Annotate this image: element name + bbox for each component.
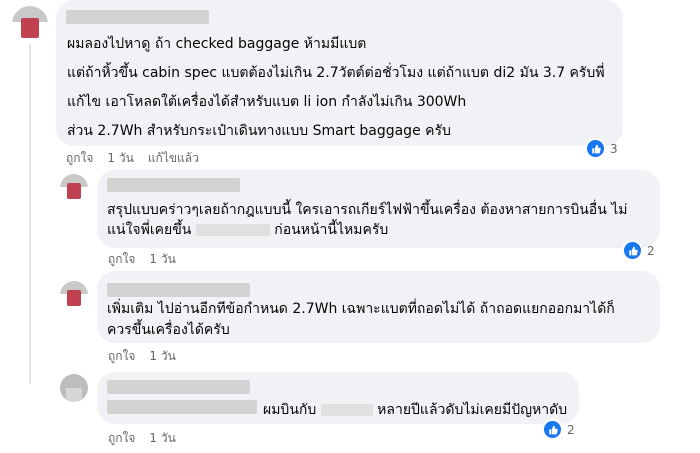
like-button[interactable]: ถูกใจ bbox=[66, 149, 93, 168]
redacted-author-name-extra bbox=[107, 400, 257, 414]
comment-text-line: ผมลองไปหาดู ถ้า checked baggage ห้ามมีแบ… bbox=[67, 36, 367, 52]
comment-bubble: ผมลองไปหาดู ถ้า checked baggage ห้ามมีแบ… bbox=[56, 0, 623, 146]
like-button[interactable]: ถูกใจ bbox=[108, 250, 135, 269]
comment-actions: ถูกใจ 1 วัน bbox=[108, 429, 176, 448]
redacted-airline bbox=[195, 224, 270, 236]
comment-text-line: แก้ไข เอาโหลดใต้เครื่องได้สำหรับแบต li i… bbox=[67, 94, 467, 110]
comment-time[interactable]: 1 วัน bbox=[149, 250, 175, 269]
reaction-count[interactable]: 3 bbox=[585, 138, 618, 159]
comment-text-line: เพิ่มเติม ไปอ่านอีกทีข้อกำหนด 2.7Wh เฉพา… bbox=[107, 301, 615, 317]
reaction-count[interactable]: 2 bbox=[542, 419, 575, 440]
comment-time[interactable]: 1 วัน bbox=[149, 429, 175, 448]
comment-text-line: แต่ถ้าหิ้วขึ้น cabin spec แบตต้องไม่เกิน… bbox=[67, 65, 605, 81]
avatar[interactable] bbox=[12, 6, 48, 42]
reaction-count[interactable]: 2 bbox=[622, 240, 655, 261]
comment-time[interactable]: 1 วัน bbox=[149, 347, 175, 366]
redacted-airline bbox=[320, 404, 373, 416]
like-button[interactable]: ถูกใจ bbox=[108, 347, 135, 366]
redacted-author-name[interactable] bbox=[107, 178, 240, 192]
edited-label[interactable]: แก้ไขแล้ว bbox=[148, 149, 199, 168]
comment-time[interactable]: 1 วัน bbox=[107, 149, 133, 168]
comment-actions: ถูกใจ 1 วัน แก้ไขแล้ว bbox=[66, 149, 199, 168]
comment-actions: ถูกใจ 1 วัน bbox=[108, 347, 176, 366]
redacted-author-name[interactable] bbox=[107, 380, 250, 394]
comment-bubble: สรุปแบบคร่าวๆเลยถ้ากฎแบบนี้ ใครเอารถเกีย… bbox=[97, 170, 660, 248]
comment-text-line: ควรขึ้นเครื่องได้ครับ bbox=[107, 322, 230, 338]
redacted-author-name[interactable] bbox=[66, 10, 209, 24]
comment-bubble: ผมบินกับ หลายปีแล้วดับไม่เคยมีปัญหาดับ bbox=[97, 372, 579, 424]
avatar[interactable] bbox=[60, 174, 88, 202]
like-thumb-icon bbox=[622, 240, 643, 261]
redacted-author-name[interactable] bbox=[107, 283, 250, 297]
comment-bubble: เพิ่มเติม ไปอ่านอีกทีข้อกำหนด 2.7Wh เฉพา… bbox=[97, 271, 660, 343]
comment-text-line: แน่ใจพี่เคยขึ้น ก่อนหน้านี้ไหมครับ bbox=[107, 222, 389, 238]
like-thumb-icon bbox=[585, 138, 606, 159]
thread-line bbox=[29, 44, 31, 384]
like-thumb-icon bbox=[542, 419, 563, 440]
comment-actions: ถูกใจ 1 วัน bbox=[108, 250, 176, 269]
comment-text-line: ส่วน 2.7Wh สำหรับกระเป๋าเดินทางแบบ Smart… bbox=[67, 123, 451, 139]
avatar[interactable] bbox=[60, 281, 88, 309]
avatar[interactable] bbox=[60, 374, 88, 402]
comment-text-line: สรุปแบบคร่าวๆเลยถ้ากฎแบบนี้ ใครเอารถเกีย… bbox=[107, 202, 628, 218]
comment-text-line: ผมบินกับ หลายปีแล้วดับไม่เคยมีปัญหาดับ bbox=[263, 402, 568, 418]
like-button[interactable]: ถูกใจ bbox=[108, 429, 135, 448]
